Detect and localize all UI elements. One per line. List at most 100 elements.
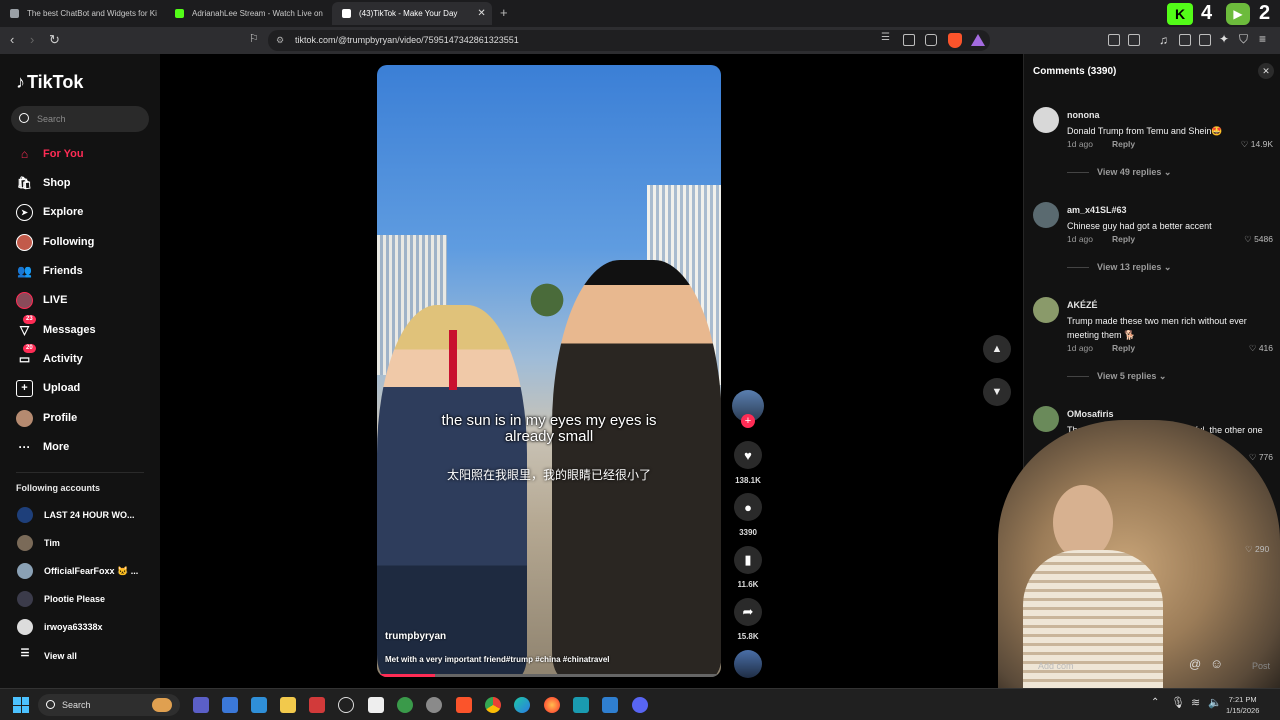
- post-comment-button[interactable]: Post: [1252, 661, 1270, 671]
- comment-username[interactable]: nonona: [1067, 110, 1100, 120]
- nav-more[interactable]: ··· More: [16, 437, 70, 457]
- brave-shields-icon[interactable]: [948, 33, 962, 48]
- nav-activity[interactable]: ▭ 20 Activity: [16, 343, 83, 369]
- share-button[interactable]: ➦: [734, 598, 762, 626]
- vscode-icon[interactable]: [602, 697, 618, 713]
- nav-explore[interactable]: ➤ Explore: [16, 202, 83, 222]
- browser-tab-kick-stream[interactable]: AdrianahLee Stream - Watch Live on: [165, 2, 330, 25]
- comment-username[interactable]: OMosafiris: [1067, 409, 1114, 419]
- volume-icon[interactable]: 🔈: [1208, 696, 1222, 709]
- tab-search-icon[interactable]: [1199, 34, 1211, 46]
- comment-like-button[interactable]: ♡ 5486: [1244, 234, 1273, 245]
- file-explorer-icon[interactable]: [280, 697, 296, 713]
- nav-profile[interactable]: Profile: [16, 408, 77, 428]
- view-replies-button[interactable]: View 13 replies ⌄: [1067, 262, 1171, 273]
- previous-video-button[interactable]: ▲: [983, 335, 1011, 363]
- obs-icon[interactable]: [426, 697, 442, 713]
- app-icon[interactable]: [397, 697, 413, 713]
- app-icon[interactable]: [222, 697, 238, 713]
- browser-tab-tiktok[interactable]: (43)TikTok - Make Your Day ✕: [332, 2, 492, 25]
- search-input[interactable]: Search: [11, 106, 149, 132]
- video-player[interactable]: the sun is in my eyes my eyes is already…: [377, 65, 721, 677]
- wifi-icon[interactable]: ≋: [1191, 696, 1200, 709]
- tiktok-logo[interactable]: ♪ TikTok: [16, 72, 83, 93]
- next-video-button[interactable]: ▼: [983, 378, 1011, 406]
- reply-button[interactable]: Reply: [1112, 343, 1135, 353]
- like-button[interactable]: ♥: [734, 441, 762, 469]
- comment-button[interactable]: ●: [734, 493, 762, 521]
- close-tab-icon[interactable]: ✕: [477, 8, 485, 19]
- video-author[interactable]: trumpbyryan: [385, 631, 446, 642]
- nav-upload[interactable]: + Upload: [16, 378, 80, 398]
- mention-icon[interactable]: @: [1189, 657, 1201, 671]
- share-icon[interactable]: [925, 34, 937, 46]
- extensions-icon[interactable]: [1108, 34, 1120, 46]
- emoji-icon[interactable]: ☺: [1210, 656, 1223, 671]
- menu-icon[interactable]: ≡: [1259, 32, 1266, 46]
- reply-button[interactable]: Reply: [1112, 139, 1135, 149]
- media-icon[interactable]: ♫: [1159, 33, 1168, 47]
- followed-account[interactable]: LAST 24 HOUR WO...: [17, 506, 135, 524]
- comment-like-button[interactable]: ♡ 776: [1249, 452, 1273, 463]
- nav-live[interactable]: LIVE: [16, 290, 67, 310]
- cast-icon[interactable]: [903, 34, 915, 46]
- browser-tab-chatbot[interactable]: The best ChatBot and Widgets for Ki: [0, 2, 162, 25]
- reader-mode-icon[interactable]: ☰: [881, 32, 893, 44]
- microphone-icon[interactable]: 🎙: [1171, 696, 1185, 709]
- nav-friends[interactable]: 👥 Friends: [16, 261, 83, 281]
- bookmark-icon[interactable]: ⚐: [249, 32, 259, 45]
- sidebar-toggle-icon[interactable]: [1179, 34, 1191, 46]
- nav-messages[interactable]: ▽ 23 Messages: [16, 314, 96, 340]
- comment-text: Chinese guy had got a better accent: [1067, 221, 1212, 231]
- brave-browser-icon[interactable]: [456, 697, 472, 713]
- view-replies-button[interactable]: View 5 replies ⌄: [1067, 371, 1166, 382]
- back-icon[interactable]: ‹: [10, 32, 14, 47]
- forward-icon[interactable]: ›: [30, 32, 34, 47]
- copilot-icon[interactable]: [193, 697, 209, 713]
- followed-account[interactable]: OfficialFearFoxx 🐱 ...: [17, 562, 138, 580]
- view-all-link[interactable]: ☰ View all: [17, 647, 77, 665]
- chrome-icon[interactable]: [485, 697, 501, 713]
- save-button[interactable]: ▮: [734, 546, 762, 574]
- site-info-icon[interactable]: ⚙: [276, 30, 284, 51]
- chevron-up-icon[interactable]: ⌃: [1151, 697, 1159, 708]
- comment-like-button[interactable]: ♡ 14.9K: [1241, 139, 1273, 150]
- discord-icon[interactable]: [632, 697, 648, 713]
- nav-for-you[interactable]: ⌂ For You: [16, 144, 84, 164]
- close-comments-button[interactable]: ✕: [1258, 63, 1274, 79]
- app-icon[interactable]: [338, 697, 354, 713]
- windows-start-icon[interactable]: [13, 697, 29, 713]
- followed-account[interactable]: Tim: [17, 534, 60, 552]
- nav-following[interactable]: Following: [16, 232, 94, 252]
- comment-username[interactable]: am_x41SL#63: [1067, 205, 1127, 215]
- capcut-icon[interactable]: [368, 697, 384, 713]
- firefox-icon[interactable]: [544, 697, 560, 713]
- taskbar-search[interactable]: Search: [38, 694, 180, 716]
- view-replies-button[interactable]: View 49 replies ⌄: [1067, 167, 1171, 178]
- follow-plus-icon[interactable]: +: [741, 414, 755, 428]
- followed-account[interactable]: Plootie Please: [17, 590, 105, 608]
- comment-like-button[interactable]: ♡ 416: [1249, 343, 1273, 354]
- leo-ai-icon[interactable]: ✦: [1219, 32, 1229, 46]
- comment-like-button[interactable]: ♡ 290: [1245, 544, 1269, 555]
- avatar[interactable]: [1033, 406, 1059, 432]
- taskbar-clock[interactable]: 7:21 PM 1/15/2026: [1226, 694, 1259, 716]
- app-icon[interactable]: [251, 697, 267, 713]
- comment-username[interactable]: AKÉZÉ: [1067, 300, 1098, 310]
- reply-button[interactable]: Reply: [1112, 234, 1135, 244]
- brave-rewards-icon[interactable]: [971, 34, 985, 46]
- reload-icon[interactable]: ↻: [49, 32, 60, 48]
- avatar[interactable]: [1033, 107, 1059, 133]
- avatar[interactable]: [1033, 297, 1059, 323]
- new-tab-icon[interactable]: +: [500, 5, 508, 20]
- arduino-icon[interactable]: [573, 697, 589, 713]
- sound-disc-icon[interactable]: [734, 650, 762, 678]
- nav-shop[interactable]: 🛍 Shop: [16, 173, 71, 193]
- avatar[interactable]: [1033, 202, 1059, 228]
- wallet-icon[interactable]: [1128, 34, 1140, 46]
- video-progress-bar[interactable]: [377, 674, 721, 677]
- vpn-shield-icon[interactable]: ⛉: [1239, 32, 1248, 47]
- app-icon[interactable]: [309, 697, 325, 713]
- followed-account[interactable]: irwoya63338x: [17, 618, 103, 636]
- edge-icon[interactable]: [514, 697, 530, 713]
